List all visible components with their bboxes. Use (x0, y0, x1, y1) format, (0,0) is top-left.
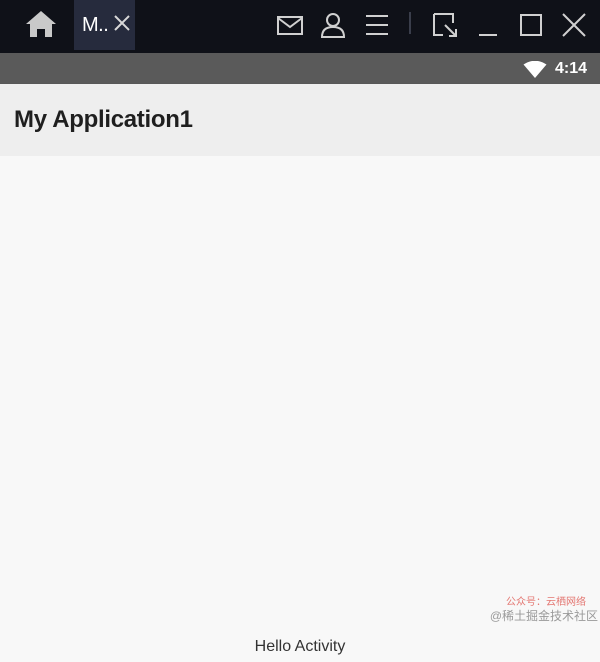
watermark-line-2: @稀土掘金技术社区 (489, 609, 598, 623)
wifi-icon (523, 61, 547, 78)
close-icon[interactable] (112, 13, 132, 33)
maximize-icon[interactable] (517, 11, 545, 39)
watermark-line-1: 公众号：云栖网络 (506, 597, 586, 608)
titlebar-divider (409, 12, 411, 34)
watermark: 公众号：云栖网络 @稀土掘金技术社区 (470, 597, 598, 623)
action-bar: My Application1 (0, 84, 600, 156)
user-icon[interactable] (319, 11, 347, 39)
status-clock: 4:14 (555, 60, 588, 77)
close-window-icon[interactable] (560, 11, 588, 39)
home-button[interactable] (22, 9, 60, 39)
menu-icon[interactable] (363, 11, 391, 39)
app-title: My Application1 (14, 106, 193, 133)
status-bar: 4:14 (0, 53, 600, 84)
emulator-titlebar: M.. (0, 0, 600, 53)
minimize-icon[interactable] (474, 11, 502, 39)
activity-content (0, 156, 600, 662)
mail-icon[interactable] (276, 11, 304, 39)
screenshot-icon[interactable] (431, 11, 459, 39)
tab-label: M.. (82, 13, 109, 36)
hello-text: Hello Activity (254, 638, 346, 655)
tab-app[interactable]: M.. (74, 0, 135, 50)
home-icon (26, 11, 56, 37)
